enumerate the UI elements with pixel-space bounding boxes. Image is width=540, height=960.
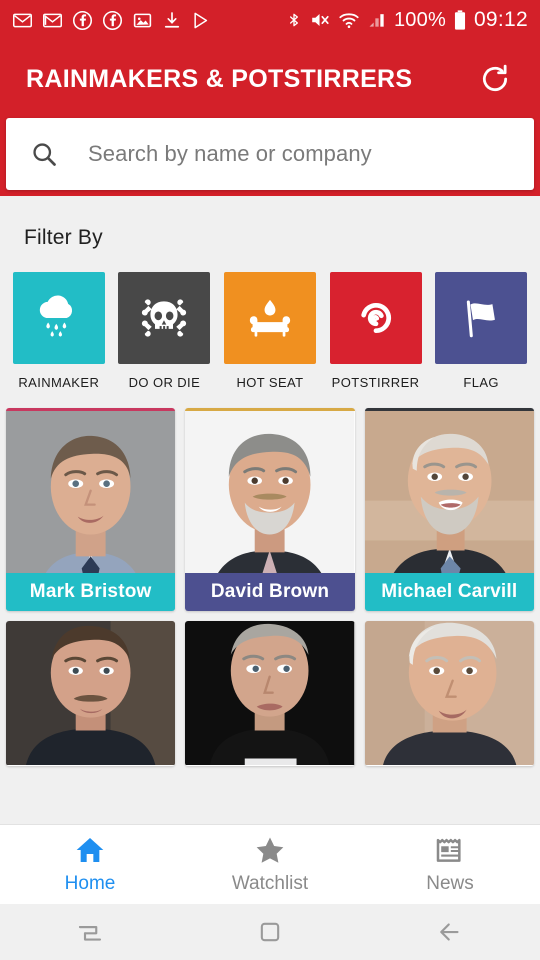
person-name: David Brown (185, 573, 355, 611)
download-icon (164, 11, 180, 28)
spiral-swirl-icon (360, 302, 391, 334)
mute-icon (312, 14, 329, 26)
recents-icon (78, 925, 102, 941)
rain-cloud-icon (39, 295, 72, 337)
facebook-icon (72, 10, 93, 30)
status-bar-right-icons: 100% 09:12 (286, 8, 528, 32)
person-photo: David Brown (185, 411, 355, 611)
refresh-button[interactable] (472, 56, 518, 102)
person-card[interactable] (6, 621, 176, 766)
person-photo: Michael Carvill (364, 411, 534, 611)
star-icon (256, 837, 284, 863)
search-icon (33, 143, 56, 166)
filter-item-flag[interactable]: FLAG (428, 272, 534, 390)
filter-item-do-or-die[interactable]: DO OR DIE (112, 272, 218, 390)
filter-tile-hot-seat (223, 272, 316, 364)
status-bar: 100% 09:12 (0, 0, 540, 40)
skull-crossbones-icon (142, 299, 187, 337)
gmail-icon (13, 13, 32, 27)
person-card[interactable]: David Brown (185, 408, 355, 611)
filter-label-potstirrer: POTSTIRRER (331, 375, 420, 390)
filter-tile-rainmaker (12, 272, 105, 364)
hot-seat-sofa-icon (249, 299, 291, 337)
filter-label-rainmaker: RAINMAKER (18, 375, 100, 390)
refresh-icon (482, 64, 508, 91)
filter-item-rainmaker[interactable]: RAINMAKER (6, 272, 112, 390)
gmail-icon (43, 13, 62, 27)
newspaper-icon (436, 838, 461, 862)
home-square-icon (260, 922, 280, 942)
bottom-navigation: Home Watchlist News (0, 824, 540, 904)
person-card[interactable]: Mark Bristow (6, 408, 176, 611)
photos-icon (133, 13, 152, 27)
person-photo: Mark Bristow (6, 411, 176, 611)
app-bar: RAINMAKERS & POTSTIRRERS (0, 40, 540, 118)
filter-by-heading: Filter By (24, 226, 103, 249)
back-arrow-icon (440, 923, 459, 941)
person-photo (6, 621, 176, 766)
filter-label-hot-seat: HOT SEAT (236, 375, 304, 390)
status-bar-clock: 09:12 (473, 8, 528, 31)
filter-tile-potstirrer (329, 272, 422, 364)
page-title: RAINMAKERS & POTSTIRRERS (26, 64, 413, 93)
battery-percent-label: 100% (393, 8, 446, 31)
filter-item-hot-seat[interactable]: HOT SEAT (217, 272, 323, 390)
nav-label-home: Home (64, 873, 116, 894)
person-card[interactable] (185, 621, 355, 766)
filter-tile-do-or-die (118, 272, 211, 364)
facebook-icon (102, 10, 123, 30)
play-store-icon (194, 12, 208, 28)
app-root: 100% 09:12 RAINMAKERS & POTSTIRRERS Sear… (0, 0, 540, 960)
search-bar-container: Search by name or company (0, 118, 540, 196)
person-card[interactable]: Michael Carvill (364, 408, 534, 611)
person-card[interactable] (364, 621, 534, 766)
battery-full-icon (454, 10, 465, 30)
filter-label-do-or-die: DO OR DIE (128, 375, 201, 390)
back-button[interactable] (420, 912, 480, 952)
nav-label-watchlist: Watchlist (231, 873, 309, 894)
signal-icon (369, 14, 384, 27)
recents-button[interactable] (60, 912, 120, 952)
search-placeholder: Search by name or company (88, 141, 372, 166)
status-bar-left-icons (12, 10, 211, 31)
wifi-icon (339, 13, 359, 28)
main-content: Filter By RAINMAKER DO OR DIE HOT SEAT P… (0, 196, 540, 824)
nav-tab-home[interactable]: Home (0, 825, 180, 904)
filter-item-potstirrer[interactable]: POTSTIRRER (323, 272, 429, 390)
person-portrait (185, 621, 355, 766)
person-photo (185, 621, 355, 766)
person-name: Mark Bristow (6, 573, 176, 611)
search-input[interactable]: Search by name or company (6, 118, 534, 190)
person-portrait (6, 621, 176, 766)
flag-icon (466, 300, 496, 338)
nav-tab-watchlist[interactable]: Watchlist (180, 825, 360, 904)
nav-label-news: News (426, 873, 474, 894)
person-name: Michael Carvill (364, 573, 534, 611)
home-button[interactable] (240, 912, 300, 952)
filter-tile-flag (435, 272, 528, 364)
filter-label-flag: FLAG (463, 375, 499, 390)
nav-tab-news[interactable]: News (360, 825, 540, 904)
people-grid: Mark Bristow David Brown Michael Carvill (0, 390, 540, 766)
person-photo (364, 621, 534, 766)
bluetooth-icon (289, 13, 298, 27)
android-system-nav (0, 904, 540, 960)
filter-list: RAINMAKER DO OR DIE HOT SEAT POTSTIRRER … (0, 250, 540, 390)
person-portrait (364, 621, 534, 766)
home-icon (76, 838, 104, 862)
